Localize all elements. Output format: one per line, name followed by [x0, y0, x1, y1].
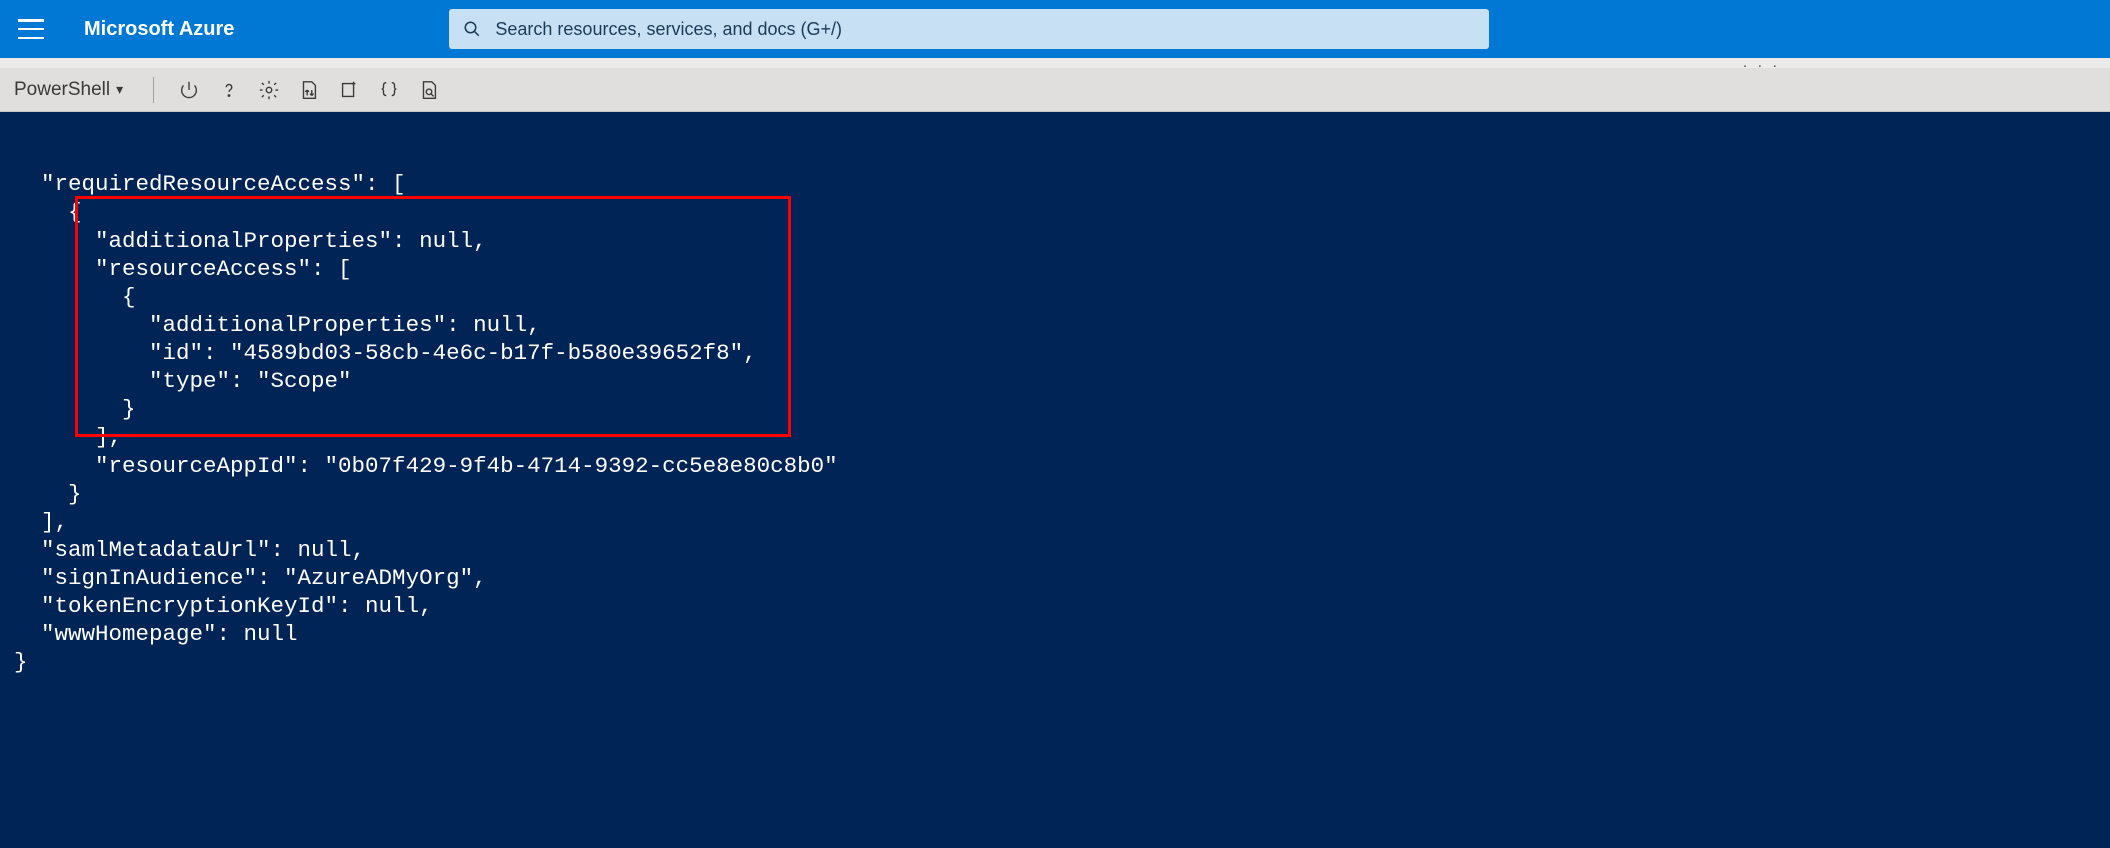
terminal-line: "type": "Scope"	[14, 367, 2110, 395]
brand-label: Microsoft Azure	[84, 18, 234, 41]
shell-mode-select[interactable]: PowerShell ▾	[14, 79, 133, 101]
web-preview-button[interactable]	[414, 75, 444, 105]
terminal-line: "resourceAccess": [	[14, 255, 2110, 283]
hamburger-menu-icon[interactable]	[18, 19, 44, 39]
terminal-line: "signInAudience": "AzureADMyOrg",	[14, 564, 2110, 592]
settings-button[interactable]	[254, 75, 284, 105]
terminal-line: "resourceAppId": "0b07f429-9f4b-4714-939…	[14, 452, 2110, 480]
terminal-line: }	[14, 395, 2110, 423]
cloud-shell-terminal[interactable]: "requiredResourceAccess": [ { "additiona…	[0, 112, 2110, 848]
terminal-line: }	[14, 480, 2110, 508]
overflow-dots-icon[interactable]: . . .	[1743, 54, 1780, 72]
shell-mode-label: PowerShell	[14, 79, 110, 101]
terminal-line: "wwwHomepage": null	[14, 620, 2110, 648]
terminal-line: "additionalProperties": null,	[14, 227, 2110, 255]
power-icon	[178, 79, 200, 101]
terminal-line: "tokenEncryptionKeyId": null,	[14, 592, 2110, 620]
terminal-line: {	[14, 283, 2110, 311]
terminal-line: ],	[14, 508, 2110, 536]
braces-icon	[378, 79, 400, 101]
terminal-line: ],	[14, 423, 2110, 451]
search-placeholder: Search resources, services, and docs (G+…	[495, 19, 842, 40]
terminal-line: "requiredResourceAccess": [	[14, 170, 2110, 198]
web-preview-icon	[418, 79, 440, 101]
tab-strip: . . .	[0, 58, 2110, 68]
file-transfer-icon	[298, 79, 320, 101]
global-search-input[interactable]: Search resources, services, and docs (G+…	[449, 9, 1489, 49]
terminal-line: "id": "4589bd03-58cb-4e6c-b17f-b580e3965…	[14, 339, 2110, 367]
chevron-down-icon: ▾	[116, 81, 123, 98]
portal-header: Microsoft Azure Search resources, servic…	[0, 0, 2110, 58]
terminal-line: {	[14, 198, 2110, 226]
search-icon	[463, 20, 481, 38]
terminal-line: "additionalProperties": null,	[14, 311, 2110, 339]
new-session-icon	[338, 79, 360, 101]
help-button[interactable]	[214, 75, 244, 105]
help-icon	[218, 79, 240, 101]
restart-shell-button[interactable]	[174, 75, 204, 105]
upload-download-button[interactable]	[294, 75, 324, 105]
terminal-line: "samlMetadataUrl": null,	[14, 536, 2110, 564]
toolbar-divider	[153, 77, 154, 103]
cloud-shell-toolbar: PowerShell ▾	[0, 68, 2110, 112]
terminal-output: "requiredResourceAccess": [ { "additiona…	[14, 170, 2110, 676]
open-editor-button[interactable]	[374, 75, 404, 105]
terminal-line: }	[14, 648, 2110, 676]
new-session-button[interactable]	[334, 75, 364, 105]
gear-icon	[258, 79, 280, 101]
